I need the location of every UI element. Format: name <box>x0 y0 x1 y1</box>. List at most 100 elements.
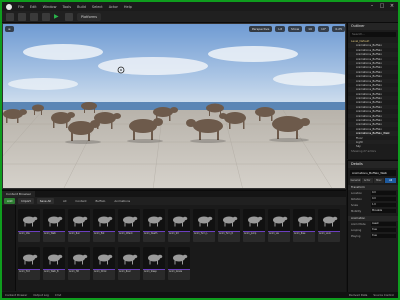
asset-tile[interactable]: Anim_Walk_B <box>43 247 65 280</box>
scale-snap-value[interactable]: 0.25 <box>332 26 345 32</box>
asset-tile[interactable]: Anim_Walk <box>43 209 65 242</box>
asset-name: Anim_Sit <box>169 232 179 235</box>
save-all-button[interactable]: Save All <box>36 198 54 204</box>
blueprint-icon[interactable] <box>42 12 50 21</box>
asset-tile[interactable]: Anim_Drink <box>93 247 115 280</box>
asset-name: Anim_Attack <box>119 232 133 235</box>
asset-name: Anim_Hit <box>69 270 79 273</box>
asset-tile[interactable]: Anim_Run <box>68 209 90 242</box>
asset-type-bar <box>118 269 140 270</box>
details-tab-general[interactable]: General <box>350 178 361 183</box>
content-drawer-button[interactable]: Content Drawer <box>5 292 27 298</box>
asset-tile[interactable]: Anim_Roar <box>118 247 140 280</box>
viewport-menu-button[interactable]: ≡ <box>5 26 14 32</box>
asset-tile[interactable]: Anim_Trot <box>18 247 40 280</box>
viewport-toolbar: ≡ Perspective Lit Show 10 10° 0.25 <box>5 26 345 33</box>
asset-type-bar <box>193 231 215 232</box>
breadcrumb-all[interactable]: All <box>63 199 66 203</box>
asset-tile[interactable]: Anim_Look <box>318 209 340 242</box>
breadcrumb-buffalo[interactable]: Buffalo <box>96 199 106 203</box>
asset-name: Anim_Drink <box>94 270 107 273</box>
asset-type-bar <box>268 231 290 232</box>
asset-name: Anim_Sleep <box>144 270 157 273</box>
outliner-panel: Outliner Search... Level_Default Animatio… <box>347 23 398 159</box>
cmd-input[interactable]: Cmd <box>55 292 61 298</box>
platforms-button[interactable]: Platforms <box>77 12 102 21</box>
details-tabs: General Actor Misc All <box>350 178 396 183</box>
show-button[interactable]: Show <box>288 26 303 32</box>
asset-tile[interactable]: Anim_Jump <box>243 209 265 242</box>
buffalo-thumbnail-icon <box>68 247 90 270</box>
close-icon[interactable]: × <box>389 3 395 9</box>
asset-tile[interactable]: Anim_Lie <box>268 209 290 242</box>
source-control-button[interactable]: Source Control <box>373 292 394 298</box>
asset-name: Anim_Jump <box>244 232 257 235</box>
menu-help[interactable]: Help <box>124 5 132 9</box>
content-browser-body: Anim_Idle Anim_Walk Anim_Run Anim_Eat Anim_A… <box>2 205 346 291</box>
asset-type-bar <box>43 269 65 270</box>
asset-tile[interactable]: Anim_Turn_L <box>193 209 215 242</box>
buffalo-thumbnail-icon <box>168 209 190 232</box>
breadcrumb-animations[interactable]: Animations <box>114 199 130 203</box>
maximize-icon[interactable]: □ <box>379 3 385 9</box>
asset-name: Anim_Turn_L <box>194 232 208 235</box>
lit-button[interactable]: Lit <box>275 26 286 32</box>
details-tab-all[interactable]: All <box>385 178 396 183</box>
breadcrumb-content[interactable]: Content <box>75 199 86 203</box>
output-log-button[interactable]: Output Log <box>33 292 49 298</box>
buffalo-thumbnail-icon <box>18 247 40 270</box>
asset-tile[interactable]: Anim_Death <box>143 209 165 242</box>
asset-tile[interactable]: Anim_Attack <box>118 209 140 242</box>
angle-snap-value[interactable]: 10° <box>317 26 330 32</box>
asset-name: Anim_Roar <box>119 270 131 273</box>
asset-name: Anim_Look <box>319 232 331 235</box>
play-icon[interactable]: ▶ <box>54 13 61 21</box>
level-viewport[interactable]: ≡ Perspective Lit Show 10 10° 0.25 <box>2 23 346 189</box>
asset-tile[interactable]: Anim_Eat <box>93 209 115 242</box>
asset-name: Anim_Eat <box>94 232 105 235</box>
asset-tile[interactable]: Anim_Idle <box>18 209 40 242</box>
details-tab-actor[interactable]: Actor <box>361 178 373 183</box>
add-actor-icon[interactable] <box>30 12 38 21</box>
minimize-icon[interactable]: – <box>369 3 375 9</box>
asset-tile[interactable]: Anim_Sit <box>168 209 190 242</box>
asset-name: Anim_Walk_B <box>44 270 59 273</box>
buffalo-thumbnail-icon <box>218 209 240 232</box>
add-button[interactable]: Add <box>4 198 16 204</box>
menu-actor[interactable]: Actor <box>109 5 118 9</box>
asset-tile[interactable]: Anim_Sleep <box>143 247 165 280</box>
asset-name: Anim_Run <box>69 232 80 235</box>
asset-tile[interactable]: Anim_Hit <box>68 247 90 280</box>
buffalo-thumbnail-icon <box>43 209 65 232</box>
buffalo-thumbnail-icon <box>93 247 115 270</box>
viewport-scene <box>3 24 345 188</box>
perspective-button[interactable]: Perspective <box>248 26 273 32</box>
menu-window[interactable]: Window <box>43 5 57 9</box>
asset-type-bar <box>293 231 315 232</box>
buffalo-thumbnail-icon <box>18 209 40 232</box>
save-icon[interactable] <box>6 12 14 21</box>
asset-name: Anim_Trot <box>19 270 30 273</box>
menu-build[interactable]: Build <box>77 5 86 9</box>
actor-name-field[interactable]: Animations_Buffalo_Walk <box>350 170 396 176</box>
asset-type-bar <box>218 231 240 232</box>
derived-data-button[interactable]: Derived Data <box>349 292 368 298</box>
grid-snap-value[interactable]: 10 <box>305 26 315 32</box>
details-tab-misc[interactable]: Misc <box>373 178 385 183</box>
outliner-search-input[interactable]: Search... <box>350 32 396 37</box>
asset-tile[interactable]: Anim_Graze <box>168 247 190 280</box>
asset-type-bar <box>18 231 40 232</box>
menu-file[interactable]: File <box>18 5 24 9</box>
skip-icon[interactable] <box>65 12 73 21</box>
asset-name: Anim_Walk <box>44 232 56 235</box>
asset-tile[interactable]: Anim_Rise <box>293 209 315 242</box>
menu-select[interactable]: Select <box>92 5 103 9</box>
menu-tools[interactable]: Tools <box>62 5 71 9</box>
import-button[interactable]: Import <box>18 198 34 204</box>
mode-select-icon[interactable] <box>18 12 26 21</box>
buffalo-thumbnail-icon <box>243 209 265 232</box>
asset-tile[interactable]: Anim_Turn_R <box>218 209 240 242</box>
sources-panel[interactable] <box>2 205 16 291</box>
menu-edit[interactable]: Edit <box>30 5 37 9</box>
content-browser-tab[interactable]: Content Browser <box>2 191 36 197</box>
